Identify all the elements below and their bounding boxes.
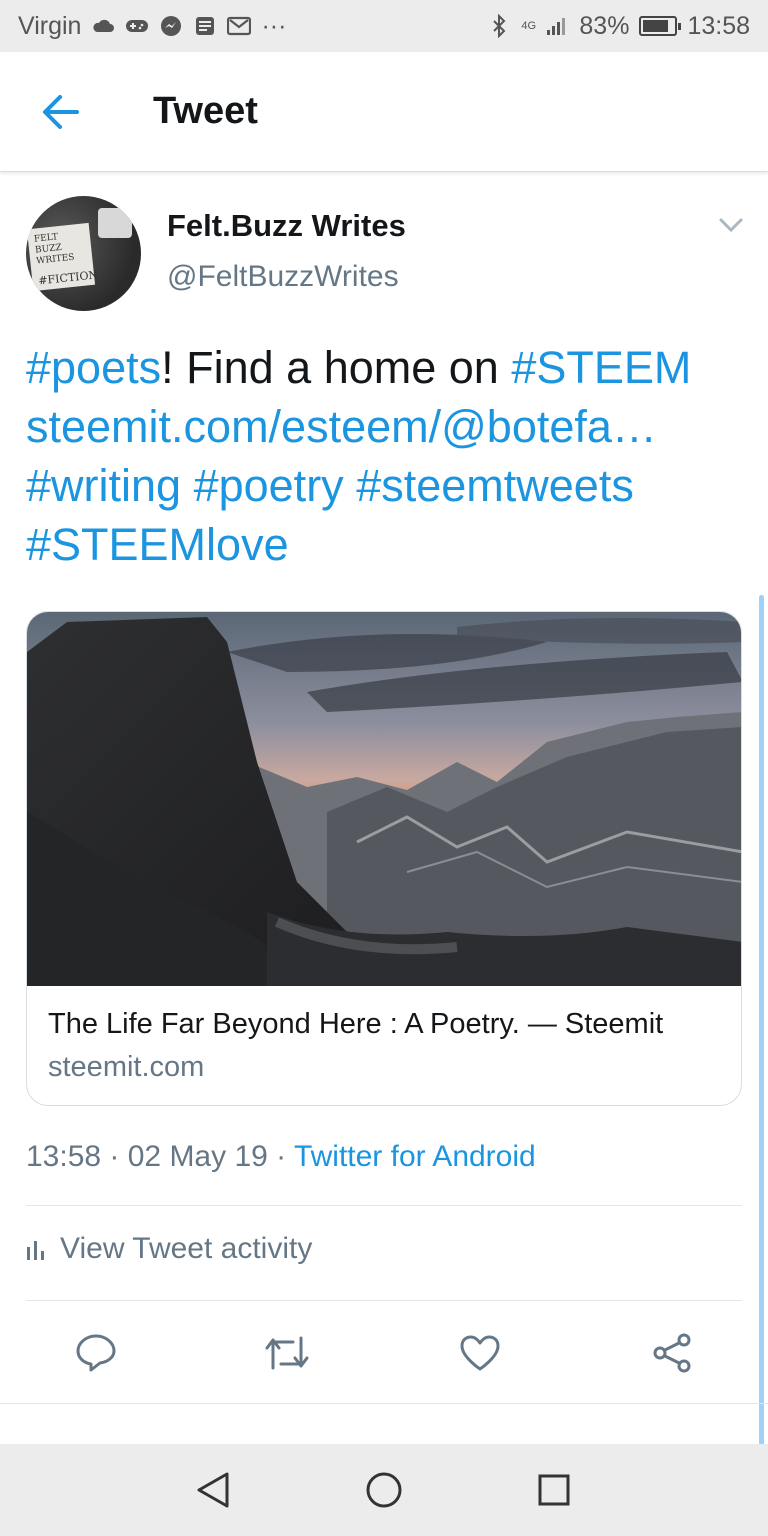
avatar-mug <box>98 208 132 238</box>
hashtag-link[interactable]: #poets <box>26 342 161 393</box>
nav-recents-button[interactable] <box>524 1460 584 1520</box>
tweet-text-line: steemit.com/esteem/@botefa… <box>26 397 742 456</box>
avatar[interactable]: FELT BUZZ WRITES #FICTION <box>26 196 141 311</box>
tweet-meta: 13:58 · 02 May 19 · Twitter for Android <box>26 1140 536 1174</box>
nav-back-button[interactable] <box>183 1460 243 1520</box>
reply-button[interactable] <box>71 1328 121 1378</box>
scroll-indicator <box>759 595 764 1445</box>
back-triangle-icon <box>197 1472 229 1508</box>
battery-icon <box>639 16 682 36</box>
hashtag-link[interactable]: #writing <box>26 460 181 511</box>
author-handle[interactable]: @FeltBuzzWrites <box>167 260 399 294</box>
android-nav-bar <box>0 1444 768 1536</box>
author-row: FELT BUZZ WRITES #FICTION Felt.Buzz Writ… <box>26 196 746 316</box>
nav-home-button[interactable] <box>354 1460 414 1520</box>
status-bar-left: Virgin ··· <box>18 12 286 41</box>
like-icon <box>460 1335 500 1371</box>
status-bar-right: 4G 83% 13:58 <box>487 12 750 41</box>
battery-percent: 83% <box>579 11 630 40</box>
reply-icon <box>76 1334 116 1372</box>
bluetooth-icon <box>487 14 511 38</box>
tweet-actions <box>0 1318 768 1388</box>
more-notifications: ··· <box>261 11 287 40</box>
app-bar: Tweet <box>0 52 768 172</box>
tweet-text-segment <box>344 460 357 511</box>
network-type: 4G <box>521 19 537 32</box>
page-title: Tweet <box>153 90 258 132</box>
tweet-text-segment <box>181 460 194 511</box>
tweet-text: #poets! Find a home on #STEEM steemit.com… <box>26 338 742 574</box>
share-icon <box>653 1333 691 1373</box>
signal-icon <box>545 15 569 37</box>
hashtag-link[interactable]: #STEEM <box>511 342 691 393</box>
gmail-icon <box>227 15 252 37</box>
arrow-left-icon <box>43 94 79 129</box>
divider <box>26 1205 742 1206</box>
gamepad-icon <box>125 15 149 37</box>
hashtag-link[interactable]: #STEEMlove <box>26 519 289 570</box>
clock: 13:58 <box>687 11 750 40</box>
chevron-down-icon[interactable] <box>716 210 746 240</box>
retweet-icon <box>265 1336 309 1370</box>
avatar-notebook: FELT BUZZ WRITES #FICTION <box>26 222 99 292</box>
back-button[interactable] <box>25 77 95 147</box>
cloud-icon <box>91 15 115 37</box>
activity-label: View Tweet activity <box>60 1232 313 1265</box>
tweet-text-line: #STEEMlove <box>26 515 742 574</box>
view-tweet-activity-button[interactable]: View Tweet activity <box>26 1232 312 1266</box>
retweet-button[interactable] <box>262 1328 312 1378</box>
tweet-text-line: #writing #poetry #steemtweets <box>26 456 742 515</box>
url-link[interactable]: steemit.com/esteem/@botefa… <box>26 401 657 452</box>
share-button[interactable] <box>647 1328 697 1378</box>
hashtag-link[interactable]: #poetry <box>194 460 344 511</box>
news-icon <box>193 15 217 37</box>
avatar-text-3: #FICTION <box>37 268 99 288</box>
messenger-icon <box>159 15 183 37</box>
tweet-timestamp: 13:58 · 02 May 19 · <box>26 1140 294 1173</box>
author-name[interactable]: Felt.Buzz Writes <box>167 208 406 244</box>
card-title: The Life Far Beyond Here : A Poetry. — S… <box>48 1008 664 1040</box>
divider <box>26 1300 742 1301</box>
hashtag-link[interactable]: #steemtweets <box>356 460 634 511</box>
status-bar: Virgin ··· 4G 83% 13:58 <box>0 0 768 52</box>
like-button[interactable] <box>455 1328 505 1378</box>
card-domain: steemit.com <box>48 1051 205 1083</box>
carrier-label: Virgin <box>18 11 82 40</box>
divider <box>0 1403 768 1404</box>
tweet-source-link[interactable]: Twitter for Android <box>294 1140 536 1173</box>
card-image <box>27 612 741 986</box>
link-card[interactable]: The Life Far Beyond Here : A Poetry. — S… <box>26 611 742 1106</box>
recents-square-icon <box>538 1474 570 1506</box>
tweet-text-line: #poets! Find a home on #STEEM <box>26 338 742 397</box>
bar-chart-icon <box>27 1241 44 1260</box>
home-circle-icon <box>366 1472 402 1508</box>
tweet-text-segment: ! Find a home on <box>161 342 512 393</box>
